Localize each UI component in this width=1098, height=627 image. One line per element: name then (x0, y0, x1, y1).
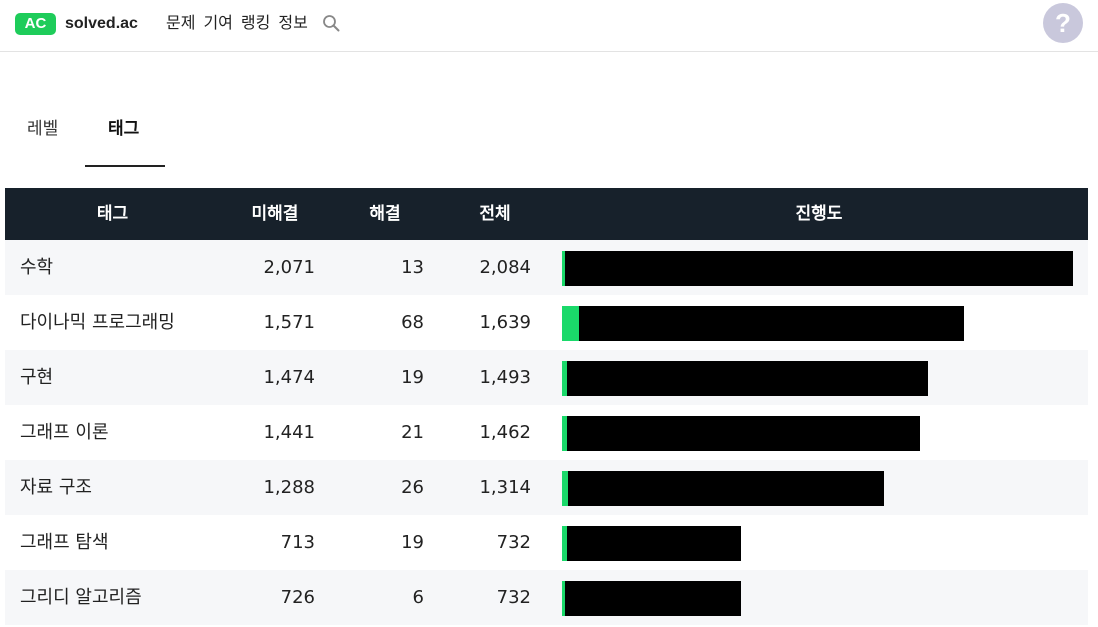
progress-bar-fill (562, 251, 565, 286)
unsolved-count: 1,441 (263, 422, 315, 443)
search-icon[interactable] (322, 14, 340, 32)
column-header-progress: 진행도 (795, 204, 843, 224)
table-body: 수학 2,071 13 2,084 다이나믹 프로그래밍 1,571 68 1,639 구현 1,… (5, 240, 1088, 625)
solved-count: 6 (412, 587, 424, 608)
nav-item-contribute[interactable]: 기여 (203, 11, 232, 35)
logo-text[interactable]: solved.ac (65, 13, 138, 35)
tag-name[interactable]: 구현 (20, 350, 220, 405)
unsolved-count: 713 (280, 532, 315, 553)
nav-item-info[interactable]: 정보 (278, 11, 307, 35)
progress-bar-fill (562, 361, 567, 396)
column-header-solved: 해결 (369, 204, 401, 224)
active-tab-indicator (85, 165, 165, 167)
table-row[interactable]: 다이나믹 프로그래밍 1,571 68 1,639 (5, 295, 1088, 350)
tag-name[interactable]: 다이나믹 프로그래밍 (20, 295, 220, 350)
progress-bar-track (562, 416, 920, 451)
tag-stats-table: 태그 미해결 해결 전체 진행도 수학 2,071 13 2,084 다이나믹 프로그래… (5, 188, 1088, 625)
table-row[interactable]: 그래프 탐색 713 19 732 (5, 515, 1088, 570)
progress-bar-fill (562, 306, 579, 341)
progress-bar (562, 471, 1073, 506)
progress-bar (562, 361, 1073, 396)
unsolved-count: 726 (280, 587, 315, 608)
total-count: 2,084 (479, 257, 531, 278)
table-row[interactable]: 수학 2,071 13 2,084 (5, 240, 1088, 295)
total-count: 1,314 (479, 477, 531, 498)
solved-count: 19 (401, 367, 424, 388)
table-row[interactable]: 자료 구조 1,288 26 1,314 (5, 460, 1088, 515)
total-count: 1,493 (479, 367, 531, 388)
progress-bar (562, 581, 1073, 616)
progress-bar-track (562, 306, 964, 341)
total-count: 732 (496, 532, 531, 553)
solved-count: 13 (401, 257, 424, 278)
progress-bar-fill (562, 416, 567, 451)
main-nav: 문제 기여 랭킹 정보 (166, 11, 340, 35)
solved-count: 19 (401, 532, 424, 553)
table-row[interactable]: 그리디 알고리즘 726 6 732 (5, 570, 1088, 625)
help-button[interactable]: ? (1043, 3, 1083, 43)
column-header-unsolved: 미해결 (251, 204, 299, 224)
unsolved-count: 1,288 (263, 477, 315, 498)
tag-name[interactable]: 그래프 탐색 (20, 515, 220, 570)
progress-bar-track (562, 581, 741, 616)
solved-count: 68 (401, 312, 424, 333)
nav-item-ranking[interactable]: 랭킹 (241, 11, 270, 35)
total-count: 732 (496, 587, 531, 608)
unsolved-count: 1,571 (263, 312, 315, 333)
progress-bar-fill (562, 581, 565, 616)
progress-bar-fill (562, 471, 568, 506)
progress-bar (562, 526, 1073, 561)
nav-item-problems[interactable]: 문제 (166, 11, 195, 35)
progress-bar (562, 251, 1073, 286)
tag-name[interactable]: 그리디 알고리즘 (20, 570, 220, 625)
progress-bar-track (562, 251, 1073, 286)
tag-name[interactable]: 수학 (20, 240, 220, 295)
column-header-total: 전체 (479, 204, 511, 224)
logo-badge[interactable]: AC (15, 13, 56, 35)
total-count: 1,462 (479, 422, 531, 443)
solved-count: 26 (401, 477, 424, 498)
tab-level[interactable]: 레벨 (27, 117, 58, 141)
progress-bar-track (562, 361, 928, 396)
top-navigation-bar: AC solved.ac 문제 기여 랭킹 정보 ? (0, 0, 1098, 52)
total-count: 1,639 (479, 312, 531, 333)
unsolved-count: 2,071 (263, 257, 315, 278)
unsolved-count: 1,474 (263, 367, 315, 388)
progress-bar-track (562, 526, 741, 561)
progress-bar-track (562, 471, 884, 506)
column-header-tag: 태그 (96, 204, 129, 224)
table-row[interactable]: 구현 1,474 19 1,493 (5, 350, 1088, 405)
tab-tag[interactable]: 태그 (108, 117, 139, 141)
table-row[interactable]: 그래프 이론 1,441 21 1,462 (5, 405, 1088, 460)
table-header: 태그 미해결 해결 전체 진행도 (5, 188, 1088, 240)
progress-bar (562, 306, 1073, 341)
progress-bar-fill (562, 526, 567, 561)
progress-bar (562, 416, 1073, 451)
tag-name[interactable]: 자료 구조 (20, 460, 220, 515)
solved-count: 21 (401, 422, 424, 443)
tag-name[interactable]: 그래프 이론 (20, 405, 220, 460)
